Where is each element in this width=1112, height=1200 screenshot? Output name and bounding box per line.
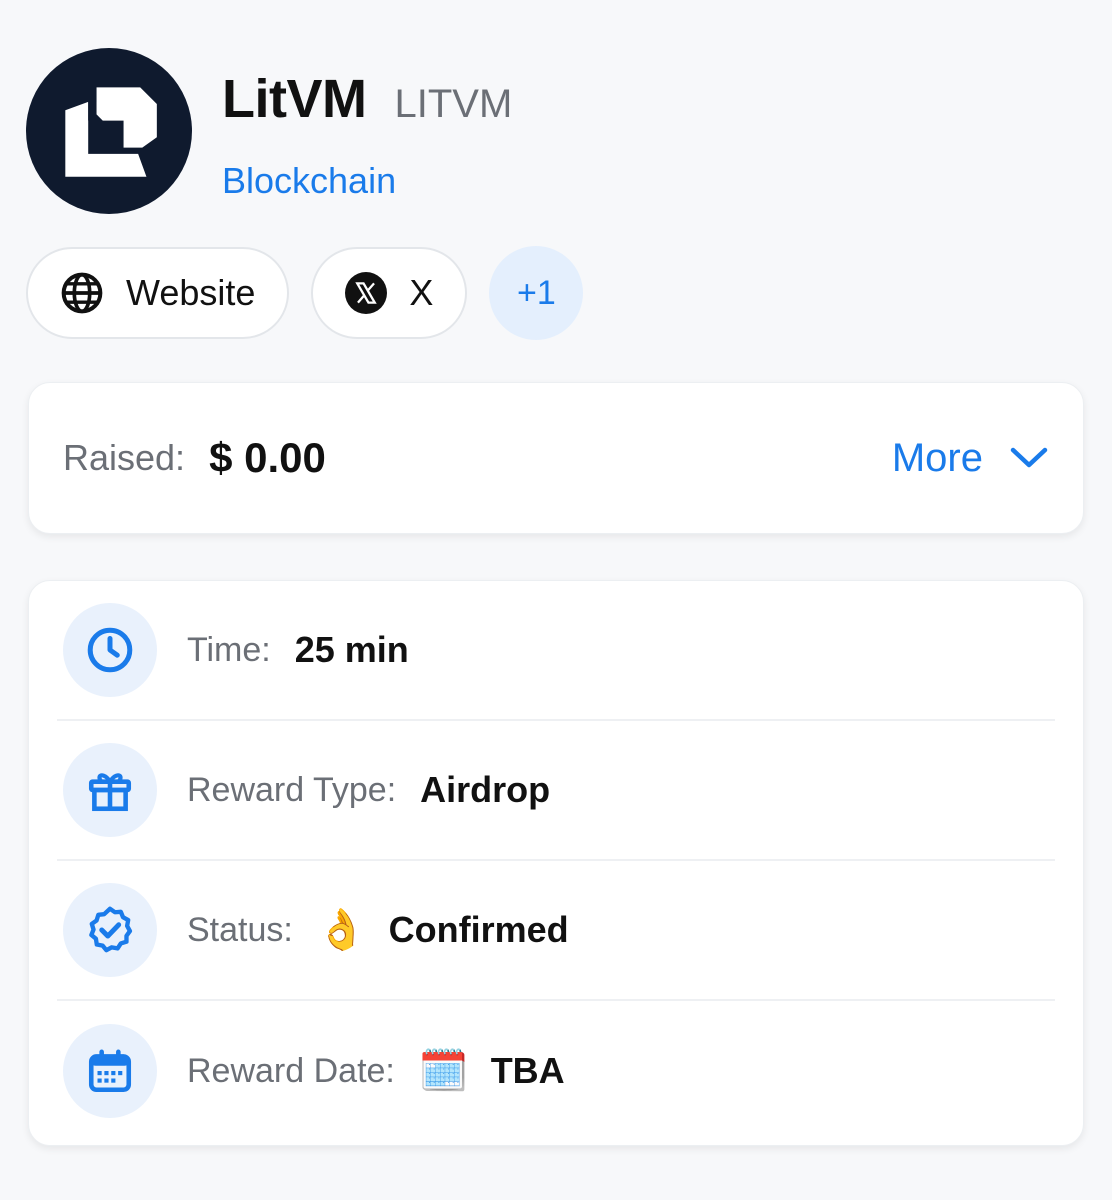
project-name: LitVM: [222, 69, 367, 129]
raised-card: Raised: $ 0.00 More: [28, 382, 1084, 534]
time-value: 25 min: [294, 629, 409, 670]
reward-date-row: Reward Date: 🗓️ TBA: [57, 1001, 1055, 1141]
x-label: X: [409, 272, 434, 313]
reward-type-label: Reward Type:: [187, 770, 397, 809]
raised-value: $ 0.00: [209, 434, 326, 481]
x-logo-icon: [345, 272, 388, 314]
time-label: Time:: [187, 630, 271, 669]
website-button[interactable]: Website: [26, 247, 290, 339]
clock-icon: [63, 603, 157, 697]
status-value: Confirmed: [388, 909, 569, 950]
verified-badge-icon: [63, 883, 157, 977]
status-row: Status: 👌 Confirmed: [57, 861, 1055, 1001]
reward-type-row: Reward Type: Airdrop: [57, 721, 1055, 861]
website-label: Website: [126, 272, 256, 313]
x-button[interactable]: X: [311, 247, 468, 339]
project-ticker: LITVM: [394, 82, 513, 126]
spiral-calendar-icon: 🗓️: [418, 1049, 469, 1093]
more-label: More: [891, 435, 983, 480]
category-link[interactable]: Blockchain: [222, 160, 512, 202]
project-logo: [26, 48, 192, 214]
globe-icon: [61, 272, 103, 314]
litvm-logo-icon: [65, 87, 157, 177]
project-header: LitVM LITVM Blockchain: [26, 48, 512, 214]
reward-type-value: Airdrop: [420, 769, 551, 810]
more-links-button[interactable]: +1: [489, 246, 584, 340]
status-label: Status:: [187, 910, 293, 949]
more-button[interactable]: More: [892, 436, 1049, 481]
ok-hand-icon: 👌: [316, 908, 367, 952]
link-pills: Website X +1: [26, 246, 584, 340]
calendar-icon: [63, 1024, 157, 1118]
time-row: Time: 25 min: [57, 581, 1055, 721]
title-row: LitVM LITVM: [222, 68, 512, 130]
details-card: Time: 25 min Reward Type: Airdrop Status…: [28, 580, 1084, 1146]
raised-label: Raised:: [63, 437, 186, 478]
gift-icon: [63, 743, 157, 837]
reward-date-value: TBA: [490, 1050, 565, 1091]
title-block: LitVM LITVM Blockchain: [222, 68, 512, 202]
reward-date-label: Reward Date:: [187, 1051, 395, 1090]
chevron-down-icon: [1009, 445, 1049, 471]
project-page: LitVM LITVM Blockchain Website X +1 Rais…: [0, 0, 1112, 1200]
